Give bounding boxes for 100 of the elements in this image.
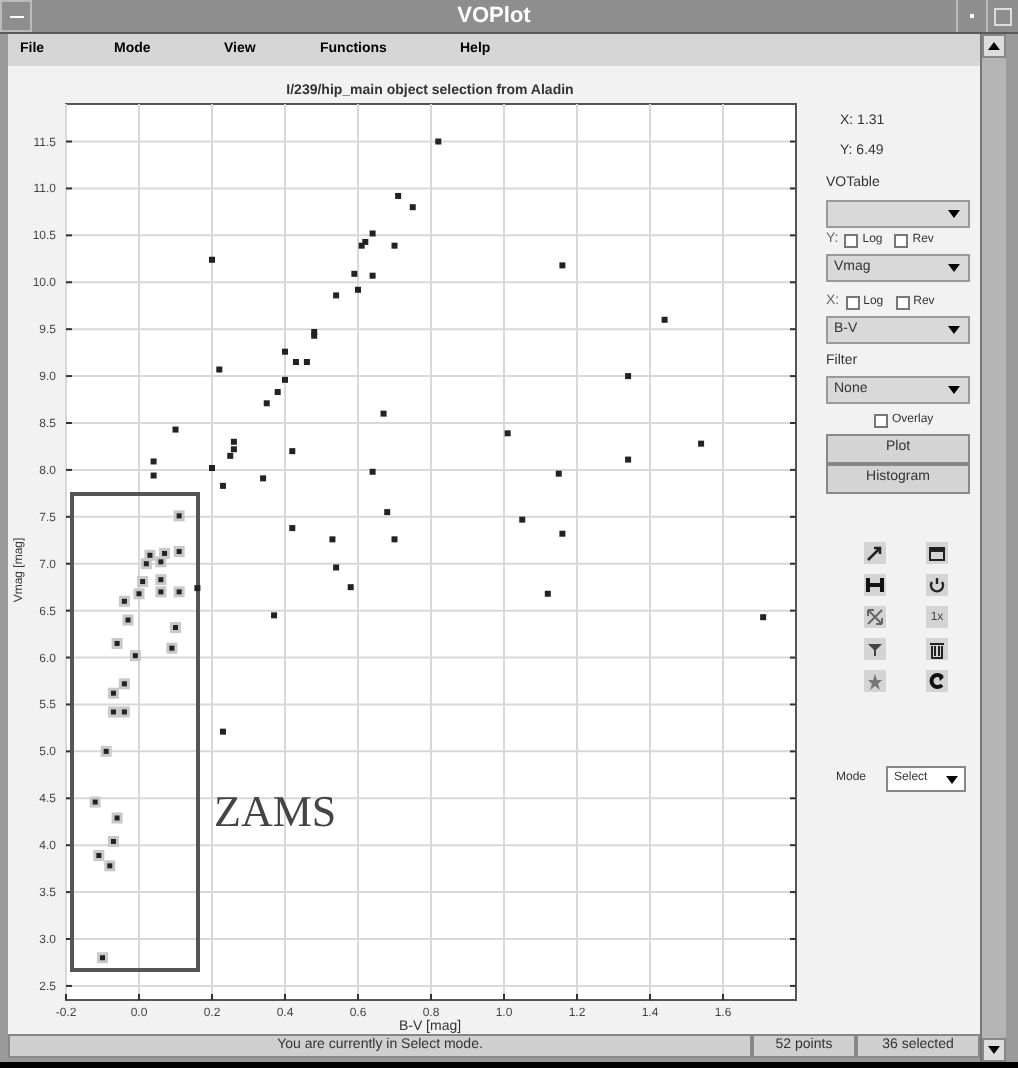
checkbox[interactable]	[845, 296, 860, 310]
y-tick	[65, 938, 73, 940]
data-point	[409, 204, 416, 211]
data-point	[544, 590, 551, 597]
data-point	[519, 516, 526, 523]
data-point	[263, 400, 270, 407]
x-tick	[722, 993, 724, 1001]
data-point	[216, 366, 223, 373]
data-point	[760, 614, 767, 621]
selected-point	[129, 650, 141, 662]
data-point	[282, 348, 288, 355]
data-point	[219, 728, 226, 735]
y-tick	[789, 422, 797, 424]
y-tick	[65, 844, 73, 847]
selected-point	[89, 796, 101, 808]
data-point	[172, 426, 179, 433]
selected-point	[166, 642, 178, 654]
y-tick	[65, 422, 73, 424]
expand-icon[interactable]	[864, 606, 886, 628]
data-point	[347, 584, 354, 591]
x-tick	[284, 993, 286, 1001]
annotation-label: ZAMS	[214, 786, 337, 836]
selected-point	[170, 622, 181, 634]
y-tick	[65, 281, 73, 284]
data-point	[625, 373, 632, 380]
data-point	[435, 138, 442, 145]
y-tick	[65, 375, 73, 378]
data-point	[150, 472, 157, 479]
y-tick	[789, 281, 797, 284]
data-point	[289, 448, 296, 455]
checkbox[interactable]	[894, 234, 909, 248]
scroll-up-button[interactable]	[982, 34, 1006, 58]
x-tick	[649, 993, 651, 1001]
funnel-icon[interactable]	[864, 638, 886, 660]
x-tick	[430, 993, 432, 1001]
y-tick	[789, 375, 797, 378]
y-tick	[789, 938, 797, 940]
y-tick	[65, 468, 73, 471]
x-tick	[503, 993, 505, 1001]
bracket-icon[interactable]	[864, 574, 886, 596]
data-point	[391, 536, 398, 543]
data-point	[333, 564, 340, 571]
y-tick	[789, 562, 797, 565]
scroll-down-button[interactable]	[982, 1038, 1006, 1062]
y-tick	[65, 891, 73, 894]
data-point	[289, 525, 296, 532]
star-icon[interactable]	[864, 670, 886, 692]
data-point	[209, 465, 215, 472]
y-tick	[65, 187, 73, 190]
window-icon[interactable]	[926, 542, 948, 564]
data-point	[625, 456, 632, 463]
checkbox[interactable]	[895, 296, 910, 310]
y-tick	[65, 140, 73, 143]
power-icon[interactable]	[926, 574, 948, 596]
y-tick	[789, 187, 797, 190]
y-tick	[789, 609, 797, 612]
data-point	[555, 470, 562, 477]
data-point	[661, 316, 668, 323]
data-point	[194, 585, 201, 592]
checkbox[interactable]	[844, 234, 859, 248]
y-tick	[65, 984, 73, 987]
data-point	[274, 389, 281, 396]
y-tick	[789, 750, 797, 753]
redo-icon[interactable]	[926, 670, 948, 692]
data-point	[384, 509, 391, 516]
window-menu-button[interactable]	[0, 0, 32, 32]
data-point	[369, 272, 376, 279]
trash-icon[interactable]	[926, 638, 948, 660]
y-tick	[789, 515, 797, 518]
selected-point	[122, 614, 134, 626]
data-point	[559, 262, 566, 269]
y-tick	[789, 468, 797, 471]
data-point	[271, 612, 278, 619]
data-point	[209, 256, 215, 263]
data-point	[292, 359, 299, 365]
y-tick	[789, 140, 797, 143]
scrollbar[interactable]	[980, 34, 1006, 1062]
x-tick	[357, 993, 359, 1001]
y-tick	[65, 750, 73, 753]
y-tick	[789, 656, 797, 659]
data-point	[333, 292, 340, 299]
diagonal-arrow-icon[interactable]	[864, 542, 886, 564]
y-tick	[65, 797, 73, 800]
selected-point	[111, 638, 123, 649]
data-point	[698, 440, 705, 447]
data-point	[282, 376, 288, 383]
checkbox[interactable]	[874, 414, 888, 428]
selected-point	[173, 586, 185, 598]
data-point	[351, 270, 358, 277]
data-point	[303, 359, 310, 365]
data-point	[504, 430, 511, 437]
data-point	[380, 410, 387, 417]
selected-point	[100, 745, 112, 757]
y-tick	[789, 328, 797, 331]
y-tick	[65, 656, 73, 659]
y-tick	[789, 891, 797, 894]
y-tick	[789, 797, 797, 800]
selected-point	[111, 812, 123, 824]
data-point	[369, 468, 376, 475]
x-tick	[211, 993, 213, 1001]
